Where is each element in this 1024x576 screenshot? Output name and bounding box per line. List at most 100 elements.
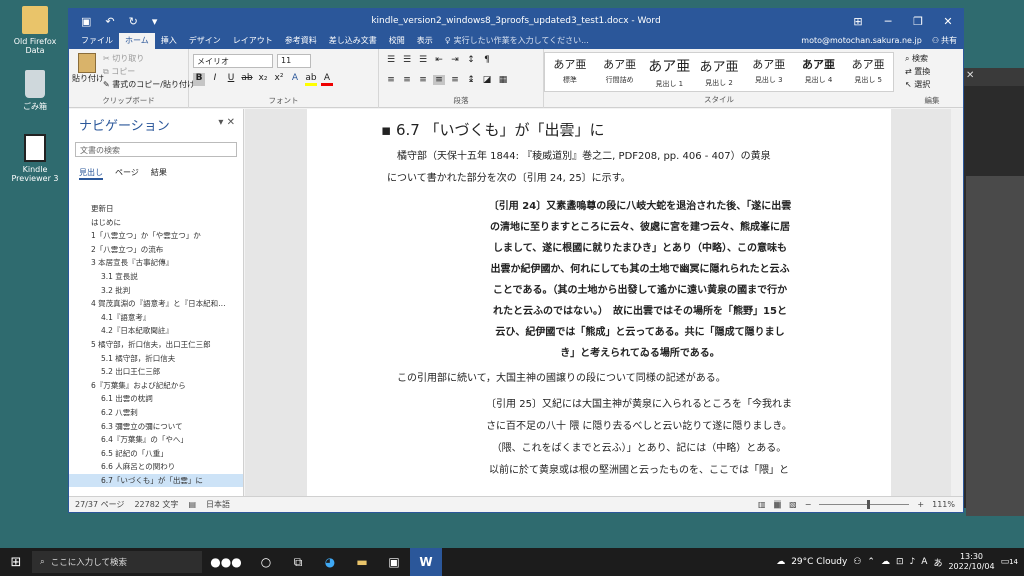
vertical-scrollbar[interactable] xyxy=(951,109,963,496)
tab-review[interactable]: 校閲 xyxy=(383,33,411,49)
distributed-icon[interactable]: ≡ xyxy=(449,75,461,85)
redo-icon[interactable]: ↻ xyxy=(129,15,138,28)
network-icon[interactable]: ⊡ xyxy=(896,557,904,567)
ribbon-display-options-icon[interactable]: ⊞ xyxy=(843,15,873,28)
heading-item[interactable]: 3 本居宣長『古事記傳』 xyxy=(69,256,243,270)
align-right-icon[interactable]: ≡ xyxy=(417,75,429,85)
heading-item-selected[interactable]: 6.7「いづくも」が「出雲」に xyxy=(69,473,243,488)
zoom-level[interactable]: 111% xyxy=(932,500,955,509)
cortana-icon[interactable]: ○ xyxy=(250,555,282,569)
page-count[interactable]: 27/37 ページ xyxy=(75,499,124,510)
document-page[interactable]: ▪ 6.7 「いづくも」が「出雲」に 橘守部（天保十五年 1844: 『稜威道別… xyxy=(307,109,891,496)
heading-item[interactable]: 4.2『日本紀歌聞註』 xyxy=(69,324,243,338)
decrease-indent-icon[interactable]: ⇤ xyxy=(433,55,445,65)
align-center-icon[interactable]: ≡ xyxy=(401,75,413,85)
save-icon[interactable]: ▣ xyxy=(81,15,91,28)
nav-tab-headings[interactable]: 見出し xyxy=(79,167,103,180)
search-highlight-icon[interactable]: ●●● xyxy=(202,555,250,569)
tell-me-input[interactable]: ♀ 実行したい作業を入力してください... xyxy=(439,33,595,49)
store-icon[interactable]: ▣ xyxy=(378,555,410,569)
bullets-icon[interactable]: ☰ xyxy=(385,55,397,65)
heading-item[interactable]: はじめに xyxy=(69,216,243,230)
text-effects-icon[interactable]: A xyxy=(289,73,301,86)
nav-tab-pages[interactable]: ページ xyxy=(115,167,139,180)
ime-mode[interactable]: あ xyxy=(933,556,942,569)
close-icon[interactable]: ✕ xyxy=(933,15,963,28)
heading-item[interactable]: 2「八雲立つ」の流布 xyxy=(69,243,243,257)
style-heading-4[interactable]: あア亜 見出し 4 xyxy=(794,53,844,91)
heading-item[interactable]: 3.1 宣長説 xyxy=(69,270,243,284)
heading-item[interactable]: 3.2 批判 xyxy=(69,284,243,298)
heading-item[interactable]: 6『万葉集』および記紀から xyxy=(69,379,243,393)
zoom-out-icon[interactable]: − xyxy=(805,500,812,509)
windows-start-icon[interactable]: ⊞ xyxy=(0,555,32,570)
desktop-icon-old-firefox-data[interactable]: Old Firefox Data xyxy=(4,6,66,55)
people-icon[interactable]: ⚇ xyxy=(853,557,861,567)
sort-icon[interactable]: ↕ xyxy=(465,55,477,65)
tab-insert[interactable]: 挿入 xyxy=(155,33,183,49)
zoom-slider[interactable] xyxy=(819,500,910,509)
paste-button[interactable]: 貼り付け xyxy=(72,53,104,84)
tab-file[interactable]: ファイル xyxy=(75,33,119,49)
bold-icon[interactable]: B xyxy=(193,73,205,86)
undo-icon[interactable]: ↶ xyxy=(105,15,114,28)
notification-icon[interactable]: ▭14 xyxy=(1001,557,1018,567)
heading-item[interactable]: 4 賀茂真淵の『語意考』と『日本紀和… xyxy=(69,297,243,311)
show-hidden-icons-icon[interactable]: ⌃ xyxy=(867,557,875,567)
underline-icon[interactable]: U xyxy=(225,73,237,86)
increase-indent-icon[interactable]: ⇥ xyxy=(449,55,461,65)
weather-text[interactable]: 29°C Cloudy xyxy=(791,557,847,567)
task-view-icon[interactable]: ⧉ xyxy=(282,555,314,570)
proofing-icon[interactable]: ▤ xyxy=(188,500,196,509)
style-heading-2[interactable]: あア亜 見出し 2 xyxy=(694,53,744,91)
tab-references[interactable]: 参考資料 xyxy=(279,33,323,49)
multilevel-list-icon[interactable]: ☰ xyxy=(417,55,429,65)
account-name[interactable]: moto@motochan.sakura.ne.jp xyxy=(795,33,926,49)
customize-quick-access-icon[interactable]: ▾ xyxy=(152,15,158,28)
format-painter-button[interactable]: ✎ 書式のコピー/貼り付け xyxy=(103,79,195,90)
tab-mailings[interactable]: 差し込み文書 xyxy=(323,33,383,49)
justify-icon[interactable]: ≡ xyxy=(433,75,445,85)
taskbar-search[interactable]: ⌕ ここに入力して検索 xyxy=(32,551,202,573)
replace-button[interactable]: ⇄ 置換 xyxy=(905,66,930,77)
style-no-spacing[interactable]: あア亜 行間詰め xyxy=(595,53,645,91)
close-icon[interactable]: ▾ ✕ xyxy=(218,117,235,128)
heading-item[interactable]: 5 橘守部，折口信夫，出口王仁三郎 xyxy=(69,338,243,352)
tab-layout[interactable]: レイアウト xyxy=(227,33,279,49)
share-button[interactable]: ⚇ 共有 xyxy=(926,33,963,49)
desktop-icon-recycle-bin[interactable]: ごみ箱 xyxy=(4,70,66,112)
close-icon[interactable]: ✕ xyxy=(962,68,1024,86)
web-layout-icon[interactable]: ▧ xyxy=(789,500,797,509)
nav-search-input[interactable]: 文書の検索 xyxy=(75,142,237,157)
align-left-icon[interactable]: ≡ xyxy=(385,75,397,85)
superscript-icon[interactable]: x² xyxy=(273,73,285,86)
file-explorer-icon[interactable]: ▬ xyxy=(346,555,378,569)
highlight-icon[interactable]: ab xyxy=(305,73,317,86)
heading-item[interactable]: 5.1 橘守部，折口信夫 xyxy=(69,352,243,366)
find-button[interactable]: ⌕ 検索 xyxy=(905,53,928,64)
onedrive-icon[interactable]: ☁ xyxy=(881,557,890,567)
numbering-icon[interactable]: ☰ xyxy=(401,55,413,65)
zoom-slider-thumb[interactable] xyxy=(867,500,871,509)
copy-button[interactable]: ⧉ コピー xyxy=(103,66,135,77)
clock[interactable]: 13:30 2022/10/04 xyxy=(948,552,994,572)
minimize-icon[interactable]: ─ xyxy=(873,15,903,28)
strikethrough-icon[interactable]: ab xyxy=(241,73,253,86)
heading-item[interactable]: 6.2 八雲刺 xyxy=(69,406,243,420)
line-spacing-icon[interactable]: ↨ xyxy=(465,75,477,85)
print-layout-icon[interactable]: ▦ xyxy=(773,500,782,509)
heading-item[interactable]: 6.1 出雲の枕詞 xyxy=(69,392,243,406)
borders-icon[interactable]: ▦ xyxy=(497,75,509,85)
heading-item[interactable]: 5.2 出口王仁三郎 xyxy=(69,365,243,379)
subscript-icon[interactable]: x₂ xyxy=(257,73,269,86)
heading-item[interactable]: 6.5 記紀の「八重」 xyxy=(69,447,243,461)
zoom-in-icon[interactable]: + xyxy=(917,500,924,509)
tab-view[interactable]: 表示 xyxy=(411,33,439,49)
italic-icon[interactable]: I xyxy=(209,73,221,86)
desktop-icon-kindle-previewer[interactable]: Kindle Previewer 3 xyxy=(4,134,66,183)
read-mode-icon[interactable]: ▥ xyxy=(758,500,766,509)
heading-item[interactable]: 4.1『語意考』 xyxy=(69,311,243,325)
style-heading-3[interactable]: あア亜 見出し 3 xyxy=(744,53,794,91)
tab-home[interactable]: ホーム xyxy=(119,33,155,49)
style-heading-5[interactable]: あア亜 見出し 5 xyxy=(843,53,893,91)
